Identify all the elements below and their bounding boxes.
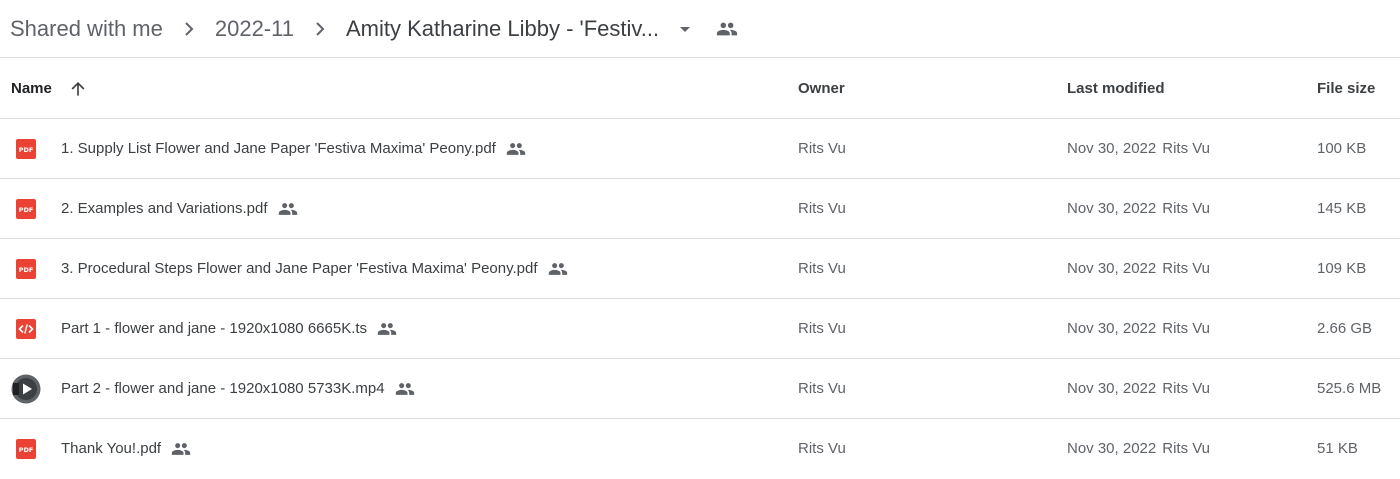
pdf-icon: PDF: [15, 198, 37, 220]
modified-date: Nov 30, 2022: [1067, 320, 1157, 337]
file-owner: Rits Vu: [798, 200, 846, 217]
modified-by: Rits Vu: [1162, 440, 1211, 457]
shared-people-icon: [278, 199, 298, 219]
breadcrumb-shared-with-me[interactable]: Shared with me: [10, 16, 163, 42]
chevron-right-icon: [177, 17, 201, 41]
shared-people-icon: [377, 319, 397, 339]
file-size: 145 KB: [1317, 200, 1367, 217]
file-size: 525.6 MB: [1317, 380, 1382, 397]
modified-by: Rits Vu: [1162, 140, 1211, 157]
file-row[interactable]: Part 2 - flower and jane - 1920x1080 573…: [0, 359, 1400, 419]
file-name: 3. Procedural Steps Flower and Jane Pape…: [61, 260, 538, 277]
column-header-owner[interactable]: Owner: [798, 59, 845, 118]
modified-by: Rits Vu: [1162, 320, 1211, 337]
modified-date: Nov 30, 2022: [1067, 440, 1157, 457]
file-size: 109 KB: [1317, 260, 1367, 277]
file-owner: Rits Vu: [798, 440, 846, 457]
file-name: Part 1 - flower and jane - 1920x1080 666…: [61, 320, 368, 337]
file-owner: Rits Vu: [798, 260, 846, 277]
file-last-modified: Nov 30, 2022 Rits Vu: [1067, 419, 1210, 478]
file-last-modified: Nov 30, 2022 Rits Vu: [1067, 239, 1210, 298]
file-last-modified: Nov 30, 2022 Rits Vu: [1067, 299, 1210, 358]
svg-text:PDF: PDF: [19, 266, 34, 274]
shared-people-icon: [548, 259, 568, 279]
file-last-modified: Nov 30, 2022 Rits Vu: [1067, 179, 1210, 238]
modified-date: Nov 30, 2022: [1067, 380, 1157, 397]
file-row[interactable]: PDF 3. Procedural Steps Flower and Jane …: [0, 239, 1400, 299]
file-name: 1. Supply List Flower and Jane Paper 'Fe…: [61, 140, 496, 157]
file-size: 100 KB: [1317, 140, 1367, 157]
svg-text:PDF: PDF: [19, 146, 34, 154]
modified-date: Nov 30, 2022: [1067, 140, 1157, 157]
file-name: 2. Examples and Variations.pdf: [61, 200, 268, 217]
breadcrumb-folder-2022-11[interactable]: 2022-11: [215, 16, 294, 42]
breadcrumb-current-folder[interactable]: Amity Katharine Libby - 'Festiv...: [346, 16, 659, 42]
column-header-name[interactable]: Name: [11, 59, 88, 118]
shared-people-icon: [506, 139, 526, 159]
file-owner: Rits Vu: [798, 380, 846, 397]
file-owner: Rits Vu: [798, 140, 846, 157]
file-list: PDF 1. Supply List Flower and Jane Paper…: [0, 119, 1400, 479]
file-size: 2.66 GB: [1317, 320, 1373, 337]
svg-text:PDF: PDF: [19, 206, 34, 214]
pdf-icon: PDF: [15, 438, 37, 460]
modified-by: Rits Vu: [1162, 200, 1211, 217]
file-name: Part 2 - flower and jane - 1920x1080 573…: [61, 380, 385, 397]
shared-people-icon: [395, 379, 415, 399]
column-header-file-size[interactable]: File size: [1317, 59, 1375, 118]
modified-date: Nov 30, 2022: [1067, 200, 1157, 217]
shared-people-icon: [715, 17, 739, 41]
column-header-last-modified[interactable]: Last modified: [1067, 59, 1165, 118]
modified-by: Rits Vu: [1162, 260, 1211, 277]
arrow-up-icon[interactable]: [68, 79, 88, 99]
column-header-row: Name Owner Last modified File size: [0, 59, 1400, 119]
file-last-modified: Nov 30, 2022 Rits Vu: [1067, 119, 1210, 178]
modified-by: Rits Vu: [1162, 380, 1211, 397]
svg-text:PDF: PDF: [19, 446, 34, 454]
file-row[interactable]: PDF 2. Examples and Variations.pdf Rits …: [0, 179, 1400, 239]
code-icon: [15, 318, 37, 340]
file-name: Thank You!.pdf: [61, 440, 162, 457]
pdf-icon: PDF: [15, 258, 37, 280]
pdf-icon: PDF: [15, 138, 37, 160]
shared-people-icon: [171, 439, 191, 459]
file-last-modified: Nov 30, 2022 Rits Vu: [1067, 359, 1210, 418]
caret-down-icon[interactable]: [673, 17, 697, 41]
chevron-right-icon: [308, 17, 332, 41]
file-row[interactable]: PDF 1. Supply List Flower and Jane Paper…: [0, 119, 1400, 179]
column-header-name-label: Name: [11, 80, 52, 97]
modified-date: Nov 30, 2022: [1067, 260, 1157, 277]
file-size: 51 KB: [1317, 440, 1358, 457]
file-row[interactable]: PDF Thank You!.pdf Rits Vu Nov 30, 2022 …: [0, 419, 1400, 479]
file-row[interactable]: Part 1 - flower and jane - 1920x1080 666…: [0, 299, 1400, 359]
video-icon: [11, 374, 41, 404]
file-owner: Rits Vu: [798, 320, 846, 337]
breadcrumb: Shared with me 2022-11 Amity Katharine L…: [0, 0, 1400, 58]
